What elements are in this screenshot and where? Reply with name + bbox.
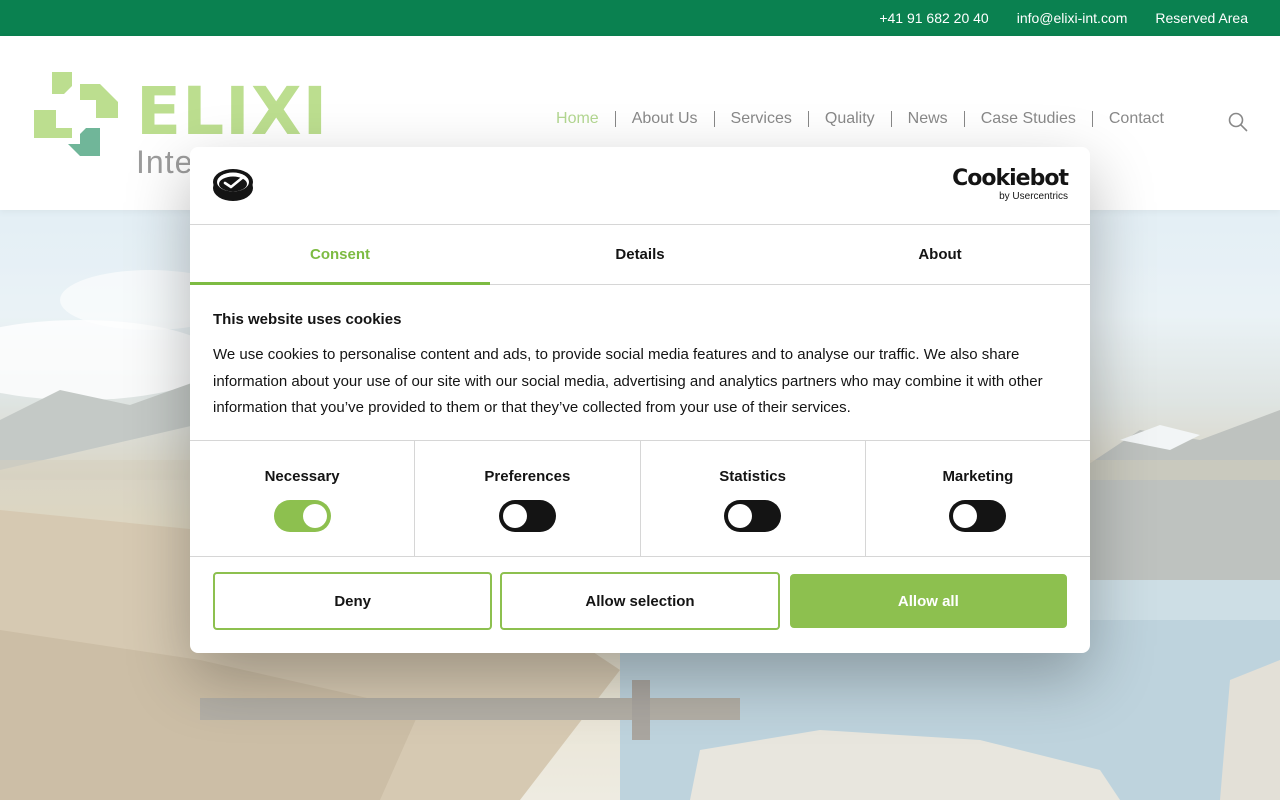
cookiebot-brand-sub: by Usercentrics: [999, 191, 1068, 202]
category-label: Preferences: [484, 468, 571, 485]
tab-consent[interactable]: Consent: [190, 225, 490, 285]
dialog-header: Cookiebot by Usercentrics: [190, 147, 1090, 225]
category-label: Necessary: [264, 468, 340, 485]
cookie-consent-dialog: Cookiebot by Usercentrics Consent Detail…: [190, 147, 1090, 653]
category-preferences: Preferences: [414, 441, 639, 556]
dialog-title: This website uses cookies: [213, 311, 402, 328]
tab-about[interactable]: About: [790, 225, 1090, 284]
marketing-toggle[interactable]: [949, 500, 1007, 532]
toggle-knob: [302, 504, 327, 528]
cookiebot-brand[interactable]: Cookiebot by Usercentrics: [952, 166, 1069, 203]
allow-all-button[interactable]: Allow all: [789, 574, 1067, 628]
category-label: Marketing: [942, 468, 1014, 485]
phone-link[interactable]: +41 91 682 20 40: [879, 10, 988, 26]
preferences-toggle[interactable]: [498, 500, 556, 532]
toggle-knob: [502, 504, 527, 528]
category-marketing: Marketing: [864, 441, 1090, 556]
deny-button[interactable]: Deny: [213, 572, 493, 630]
category-necessary: Necessary: [190, 441, 414, 556]
cookie-category-toggles: Necessary Preferences Statistics Marketi…: [190, 440, 1090, 557]
consent-text-block: This website uses cookies We use cookies…: [213, 311, 1069, 422]
top-contact-bar: +41 91 682 20 40 info@elixi-int.com Rese…: [0, 0, 1280, 36]
cookiebot-brand-name: Cookiebot: [952, 166, 1069, 191]
cookiebot-logo-icon: [213, 169, 253, 201]
dialog-description: We use cookies to personalise content an…: [213, 346, 1043, 416]
toggle-knob: [953, 504, 978, 528]
necessary-toggle[interactable]: [273, 500, 331, 532]
toggle-knob: [728, 504, 753, 528]
category-statistics: Statistics: [639, 441, 865, 556]
reserved-area-link[interactable]: Reserved Area: [1155, 10, 1248, 26]
statistics-toggle[interactable]: [724, 500, 782, 532]
category-label: Statistics: [719, 468, 786, 485]
dialog-tabs: Consent Details About: [190, 225, 1090, 285]
top-links: +41 91 682 20 40 info@elixi-int.com Rese…: [879, 0, 1248, 36]
tab-details[interactable]: Details: [490, 225, 790, 284]
allow-selection-button[interactable]: Allow selection: [500, 572, 780, 630]
email-link[interactable]: info@elixi-int.com: [1017, 10, 1128, 26]
dialog-actions: Deny Allow selection Allow all: [213, 572, 1067, 630]
